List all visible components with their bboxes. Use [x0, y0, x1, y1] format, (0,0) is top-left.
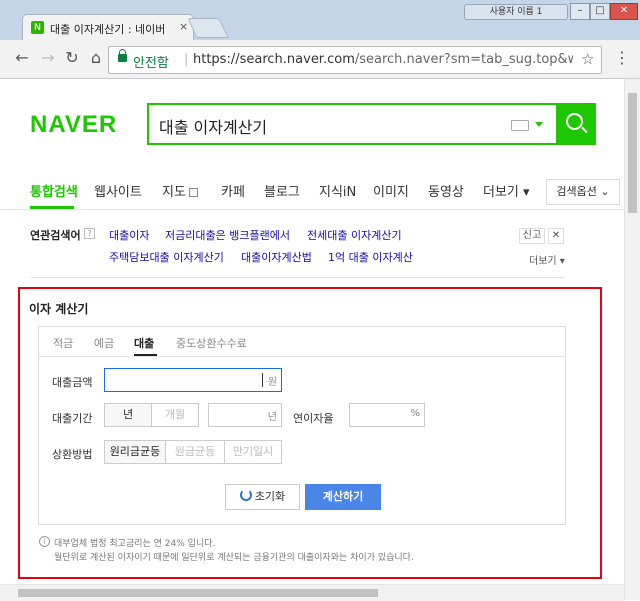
bookmark-star-icon[interactable]: ☆ — [581, 50, 594, 68]
period-unit-month-button[interactable]: 개월 — [151, 403, 199, 427]
tab-loan[interactable]: 대출 — [134, 335, 154, 351]
active-tab-underline — [30, 206, 74, 209]
related-searches-title: 연관검색어 — [30, 229, 81, 242]
related-link[interactable]: 대출이자 — [109, 227, 149, 243]
search-input[interactable]: 대출 이자계산기 — [159, 114, 267, 138]
tab-more[interactable]: 더보기 ▾ — [483, 181, 530, 200]
maximize-button[interactable]: □ — [590, 3, 610, 20]
tab-kin[interactable]: 지식iN — [319, 181, 356, 200]
url-path: /search.naver?sm=tab_sug.top&where=n... — [354, 52, 573, 67]
browser-tab[interactable]: N 대출 이자계산기 : 네이버 × — [22, 14, 194, 41]
map-small-icon — [188, 188, 198, 197]
url-text[interactable]: https://search.naver.com/search.naver?sm… — [193, 52, 573, 67]
related-searches: 연관검색어 ? 대출이자 저금리대출은 뱅크플랜에서 전세대출 이자계산기 주택… — [30, 227, 570, 267]
tab-videos[interactable]: 동영상 — [428, 181, 464, 200]
home-icon[interactable]: ⌂ — [86, 48, 106, 68]
info-icon: i — [39, 536, 50, 547]
tab-savings[interactable]: 적금 — [53, 335, 73, 351]
help-icon[interactable]: ? — [84, 228, 95, 239]
tab-deposit[interactable]: 예금 — [94, 335, 114, 351]
tab-map-label: 지도 — [162, 185, 186, 200]
tab-title: 대출 이자계산기 : 네이버 — [50, 23, 166, 36]
loan-amount-input[interactable]: 원 — [104, 368, 282, 392]
calculator-title: 이자 계산기 — [29, 302, 89, 316]
tab-prepayment-fee[interactable]: 중도상환수수료 — [176, 335, 247, 351]
section-divider — [30, 277, 564, 278]
calc-tabs-divider — [39, 356, 565, 357]
tab-websites[interactable]: 웹사이트 — [94, 181, 142, 200]
naver-favicon-icon: N — [31, 21, 44, 34]
chevron-down-icon: ▾ — [523, 185, 530, 200]
rate-unit: % — [410, 408, 420, 419]
report-button[interactable]: 신고 — [519, 228, 545, 244]
window-titlebar: 사용자 이름 1 – □ ✕ N 대출 이자계산기 : 네이버 × — [0, 0, 640, 41]
address-bar[interactable]: 안전함 | https://search.naver.com/search.na… — [108, 46, 602, 74]
tab-more-label: 더보기 — [483, 185, 519, 200]
lock-icon — [118, 49, 127, 62]
tab-blog[interactable]: 블로그 — [264, 181, 300, 200]
naver-logo[interactable]: NAVER — [30, 111, 117, 139]
search-options-label: 검색옵션 — [556, 185, 597, 198]
related-more-label: 더보기 — [529, 256, 557, 267]
search-options-button[interactable]: 검색옵션 ⌄ — [546, 179, 620, 205]
browser-toolbar: ← → ↻ ⌂ 안전함 | https://search.naver.com/s… — [0, 40, 640, 79]
amount-unit: 원 — [267, 377, 277, 388]
related-link[interactable]: 저금리대출은 뱅크플랜에서 — [165, 227, 290, 243]
close-icon[interactable]: ✕ — [548, 228, 564, 244]
period-label: 대출기간 — [52, 412, 93, 425]
tab-cafe[interactable]: 카페 — [221, 181, 245, 200]
forward-arrow-icon[interactable]: → — [38, 48, 58, 68]
chevron-down-icon: ⌄ — [600, 185, 610, 198]
close-window-button[interactable]: ✕ — [610, 3, 638, 20]
tab-map[interactable]: 지도 — [162, 181, 198, 200]
search-icon-handle — [581, 126, 588, 134]
amount-label: 대출금액 — [52, 376, 93, 389]
horizontal-scroll-thumb[interactable] — [18, 589, 378, 597]
period-input-unit: 년 — [267, 412, 277, 423]
period-unit-year-button[interactable]: 년 — [104, 403, 152, 427]
related-link[interactable]: 전세대출 이자계산기 — [307, 227, 402, 243]
rate-label: 연이자율 — [293, 412, 334, 425]
tab-images[interactable]: 이미지 — [373, 181, 409, 200]
reset-button[interactable]: 초기화 — [225, 484, 300, 510]
reset-label: 초기화 — [254, 490, 286, 503]
chevron-down-icon: ▾ — [559, 256, 565, 267]
repay-option-bullet[interactable]: 만기일시 — [224, 440, 282, 464]
browser-menu-icon[interactable]: ⋮ — [614, 48, 630, 68]
reload-icon[interactable]: ↻ — [62, 48, 82, 68]
search-box[interactable]: 대출 이자계산기 — [147, 103, 596, 145]
loan-period-input[interactable]: 년 — [208, 403, 282, 427]
page-content: NAVER 대출 이자계산기 통합검색 웹사이트 지도 카페 블로그 지식iN … — [0, 79, 624, 584]
legal-rate-note: 대부업체 법정 최고금리는 연 24% 입니다. — [54, 539, 216, 549]
user-profile-badge[interactable]: 사용자 이름 1 — [464, 4, 568, 20]
repayment-label: 상환방법 — [52, 448, 93, 461]
repay-option-equal-installment[interactable]: 원리금균등 — [104, 440, 166, 464]
keyboard-icon[interactable] — [511, 120, 529, 131]
monthly-calc-note: 월단위로 계산된 이자이기 때문에 일단위로 계산되는 금융기관의 대출이자와는… — [54, 553, 414, 563]
secure-label: 안전함 — [133, 56, 169, 71]
interest-rate-input[interactable]: % — [349, 403, 425, 427]
autocomplete-toggle-icon[interactable] — [535, 122, 543, 127]
vertical-scroll-thumb[interactable] — [628, 93, 637, 213]
refresh-icon — [239, 489, 252, 501]
search-tabs-nav: 통합검색 웹사이트 지도 카페 블로그 지식iN 이미지 동영상 더보기 ▾ 검… — [0, 175, 624, 210]
related-link[interactable]: 대출이자계산법 — [241, 249, 312, 265]
tab-integrated-search[interactable]: 통합검색 — [30, 181, 78, 200]
tab-close-icon[interactable]: × — [179, 20, 188, 33]
related-link[interactable]: 주택담보대출 이자계산기 — [109, 249, 224, 265]
url-host: https://search.naver.com — [193, 52, 355, 67]
related-link[interactable]: 1억 대출 이자계산 — [328, 249, 413, 265]
minimize-button[interactable]: – — [570, 3, 590, 20]
repay-option-equal-principal[interactable]: 원금균등 — [165, 440, 225, 464]
calculate-button[interactable]: 계산하기 — [305, 484, 381, 510]
vertical-scrollbar[interactable] — [624, 79, 640, 600]
horizontal-scrollbar[interactable] — [0, 584, 624, 601]
back-arrow-icon[interactable]: ← — [12, 48, 32, 68]
related-more-link[interactable]: 더보기 ▾ — [529, 252, 565, 267]
address-divider: | — [184, 52, 189, 67]
search-button[interactable] — [556, 103, 596, 145]
text-cursor — [262, 373, 263, 387]
